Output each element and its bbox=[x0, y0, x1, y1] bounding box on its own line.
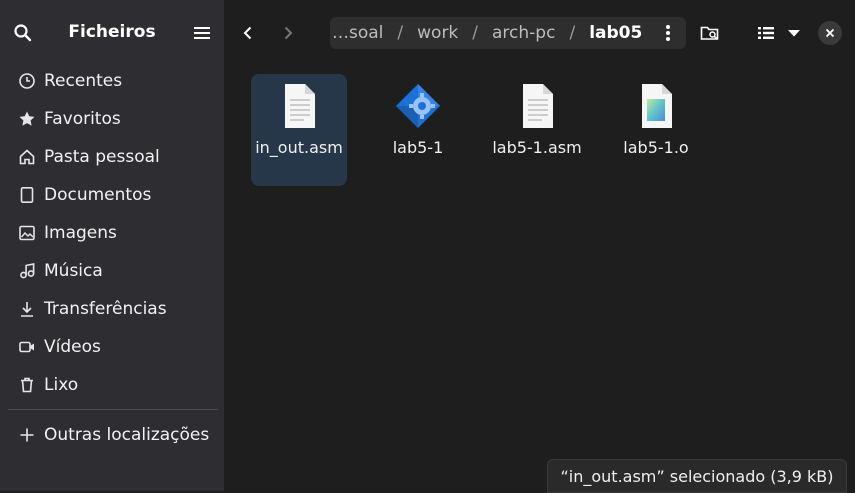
sidebar-item-label: Imagens bbox=[44, 223, 117, 243]
list-view-icon bbox=[758, 27, 774, 39]
search-folder-button[interactable] bbox=[696, 19, 724, 47]
files-view: in_out.asm lab5-1 lab5-1.asm lab5-1.o bbox=[224, 66, 855, 491]
path-separator: / bbox=[472, 23, 479, 43]
sidebar-item-label: Vídeos bbox=[44, 337, 101, 357]
sidebar-header: Ficheiros bbox=[0, 0, 224, 66]
sidebar-item-label: Pasta pessoal bbox=[44, 147, 160, 167]
sidebar-item-recentes[interactable]: Recentes bbox=[0, 62, 224, 100]
view-list-button[interactable] bbox=[752, 19, 780, 47]
sidebar-item-label: Música bbox=[44, 261, 103, 281]
sidebar-item-imagens[interactable]: Imagens bbox=[0, 214, 224, 252]
file-name: in_out.asm bbox=[255, 138, 343, 157]
home-icon bbox=[16, 146, 38, 168]
main-menu-button[interactable] bbox=[190, 21, 214, 45]
close-icon bbox=[825, 28, 835, 38]
selection-status: “in_out.asm” selecionado (3,9 kB) bbox=[547, 459, 847, 493]
clock-icon bbox=[16, 70, 38, 92]
music-icon bbox=[16, 260, 38, 282]
trash-icon bbox=[16, 374, 38, 396]
sidebar-item-label: Lixo bbox=[44, 375, 79, 395]
download-icon bbox=[16, 298, 38, 320]
sidebar-item-label: Transferências bbox=[44, 299, 167, 319]
back-button[interactable] bbox=[234, 19, 262, 47]
sidebar-item-outras-localizacoes[interactable]: Outras localizações bbox=[0, 416, 224, 454]
path-crumb[interactable]: arch-pc bbox=[492, 23, 555, 43]
chevron-down-icon bbox=[788, 30, 800, 37]
view-options-button[interactable] bbox=[780, 19, 808, 47]
sidebar-item-label: Recentes bbox=[44, 71, 123, 91]
image-icon bbox=[16, 222, 38, 244]
more-vertical-icon bbox=[666, 25, 670, 41]
path-crumb[interactable]: work bbox=[417, 23, 458, 43]
object-file-icon bbox=[636, 82, 676, 130]
path-separator: / bbox=[397, 23, 404, 43]
sidebar-divider bbox=[8, 409, 218, 410]
sidebar-item-label: Documentos bbox=[44, 185, 152, 205]
plus-icon bbox=[16, 424, 38, 446]
sidebar-item-transferencias[interactable]: Transferências bbox=[0, 290, 224, 328]
file-manager-window: Ficheiros Recentes Favoritos Pasta pesso… bbox=[0, 0, 855, 493]
folder-search-icon bbox=[700, 26, 719, 40]
search-button[interactable] bbox=[10, 20, 36, 46]
path-separator: / bbox=[569, 23, 576, 43]
forward-button[interactable] bbox=[274, 19, 302, 47]
sidebar-item-label: Outras localizações bbox=[44, 425, 210, 445]
star-icon bbox=[16, 108, 38, 130]
sidebar-item-musica[interactable]: Música bbox=[0, 252, 224, 290]
file-item[interactable]: in_out.asm bbox=[251, 74, 347, 186]
file-item[interactable]: lab5-1.asm bbox=[489, 74, 585, 186]
file-name: lab5-1.asm bbox=[492, 138, 582, 157]
search-icon bbox=[14, 24, 32, 42]
hamburger-menu-icon bbox=[194, 27, 210, 39]
close-window-button[interactable] bbox=[818, 21, 842, 45]
sidebar-item-pasta-pessoal[interactable]: Pasta pessoal bbox=[0, 138, 224, 176]
video-icon bbox=[16, 336, 38, 358]
executable-icon bbox=[396, 82, 440, 130]
file-name: lab5-1 bbox=[392, 138, 444, 157]
sidebar-item-videos[interactable]: Vídeos bbox=[0, 328, 224, 366]
sidebar: Ficheiros Recentes Favoritos Pasta pesso… bbox=[0, 0, 224, 491]
sidebar-item-lixo[interactable]: Lixo bbox=[0, 366, 224, 404]
path-crumb-current[interactable]: lab05 bbox=[589, 23, 642, 43]
file-item[interactable]: lab5-1.o bbox=[608, 74, 704, 186]
chevron-left-icon bbox=[243, 26, 252, 40]
text-file-icon bbox=[517, 82, 557, 130]
file-name: lab5-1.o bbox=[623, 138, 689, 157]
path-crumb[interactable]: …soal bbox=[332, 23, 383, 43]
path-menu-button[interactable] bbox=[656, 21, 680, 45]
sidebar-item-documentos[interactable]: Documentos bbox=[0, 176, 224, 214]
path-bar: …soal / work / arch-pc / lab05 bbox=[330, 17, 686, 49]
places-list: Recentes Favoritos Pasta pessoal Documen… bbox=[0, 62, 224, 404]
sidebar-item-favoritos[interactable]: Favoritos bbox=[0, 100, 224, 138]
text-file-icon bbox=[279, 82, 319, 130]
header-bar: …soal / work / arch-pc / lab05 bbox=[224, 0, 855, 66]
file-item[interactable]: lab5-1 bbox=[370, 74, 466, 186]
app-title: Ficheiros bbox=[68, 22, 156, 42]
chevron-right-icon bbox=[284, 26, 293, 40]
sidebar-item-label: Favoritos bbox=[44, 109, 121, 129]
document-icon bbox=[16, 184, 38, 206]
